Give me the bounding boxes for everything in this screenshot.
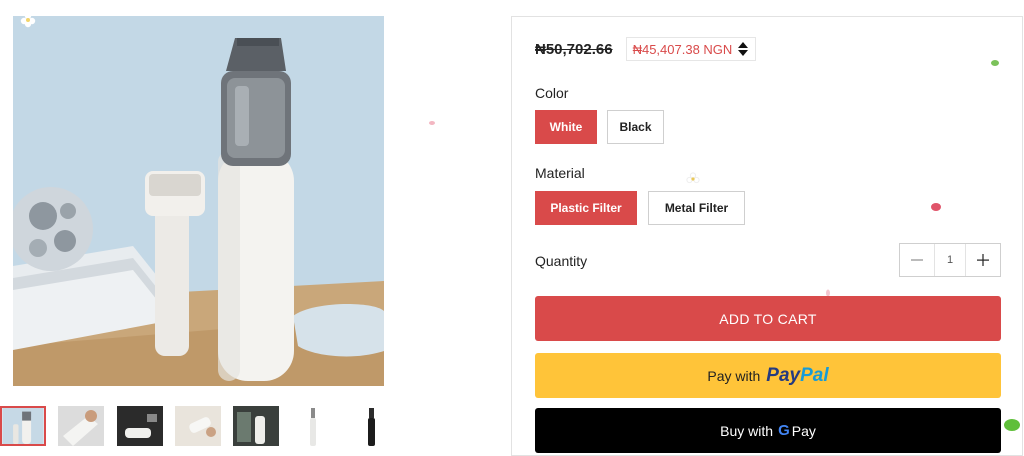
product-main-image[interactable]: [13, 16, 384, 386]
increase-quantity-button[interactable]: [966, 244, 1000, 276]
quantity-input[interactable]: [934, 244, 966, 276]
material-option-plastic-filter[interactable]: Plastic Filter: [535, 191, 637, 225]
paypal-checkout-button[interactable]: Pay with PayPal: [535, 353, 1001, 398]
thumbnail[interactable]: [175, 406, 221, 446]
thumbnail[interactable]: [58, 406, 104, 446]
sort-updown-icon[interactable]: [737, 41, 749, 57]
quantity-stepper: [899, 243, 1001, 277]
google-pay-button[interactable]: Buy with G Pay: [535, 408, 1001, 453]
add-to-cart-button[interactable]: ADD TO CART: [535, 296, 1001, 341]
price-row: ₦50,702.66 ₦45,407.38 NGN: [535, 37, 757, 61]
quantity-label: Quantity: [535, 253, 588, 269]
thumbnail[interactable]: [117, 406, 163, 446]
vacuum-product-photo: [13, 16, 384, 386]
thumbnail-strip: [0, 406, 400, 446]
thumbnail[interactable]: [349, 406, 395, 446]
gpay-prefix: Buy with: [720, 422, 774, 439]
paypal-logo: PayPal: [766, 364, 829, 386]
thumbnail[interactable]: [291, 406, 337, 446]
minus-icon: [911, 259, 923, 261]
thumbnail[interactable]: [0, 406, 46, 446]
paypal-prefix: Pay with: [707, 367, 761, 384]
color-label: Color: [535, 85, 569, 101]
sale-price: ₦45,407.38 NGN: [632, 41, 733, 57]
color-option-white[interactable]: White: [535, 110, 597, 144]
sale-price-currency-selector[interactable]: ₦45,407.38 NGN: [625, 37, 757, 61]
material-label: Material: [535, 165, 585, 181]
gpay-suffix: Pay: [791, 422, 816, 439]
google-g-icon: G: [778, 422, 790, 439]
compare-at-price: ₦50,702.66: [535, 40, 613, 58]
plus-icon: [977, 254, 989, 266]
thumbnail[interactable]: [233, 406, 279, 446]
decrease-quantity-button[interactable]: [900, 244, 934, 276]
material-option-metal-filter[interactable]: Metal Filter: [648, 191, 745, 225]
color-option-black[interactable]: Black: [607, 110, 664, 144]
flower-petal-icon: [20, 12, 36, 28]
petal-icon: [429, 121, 435, 125]
